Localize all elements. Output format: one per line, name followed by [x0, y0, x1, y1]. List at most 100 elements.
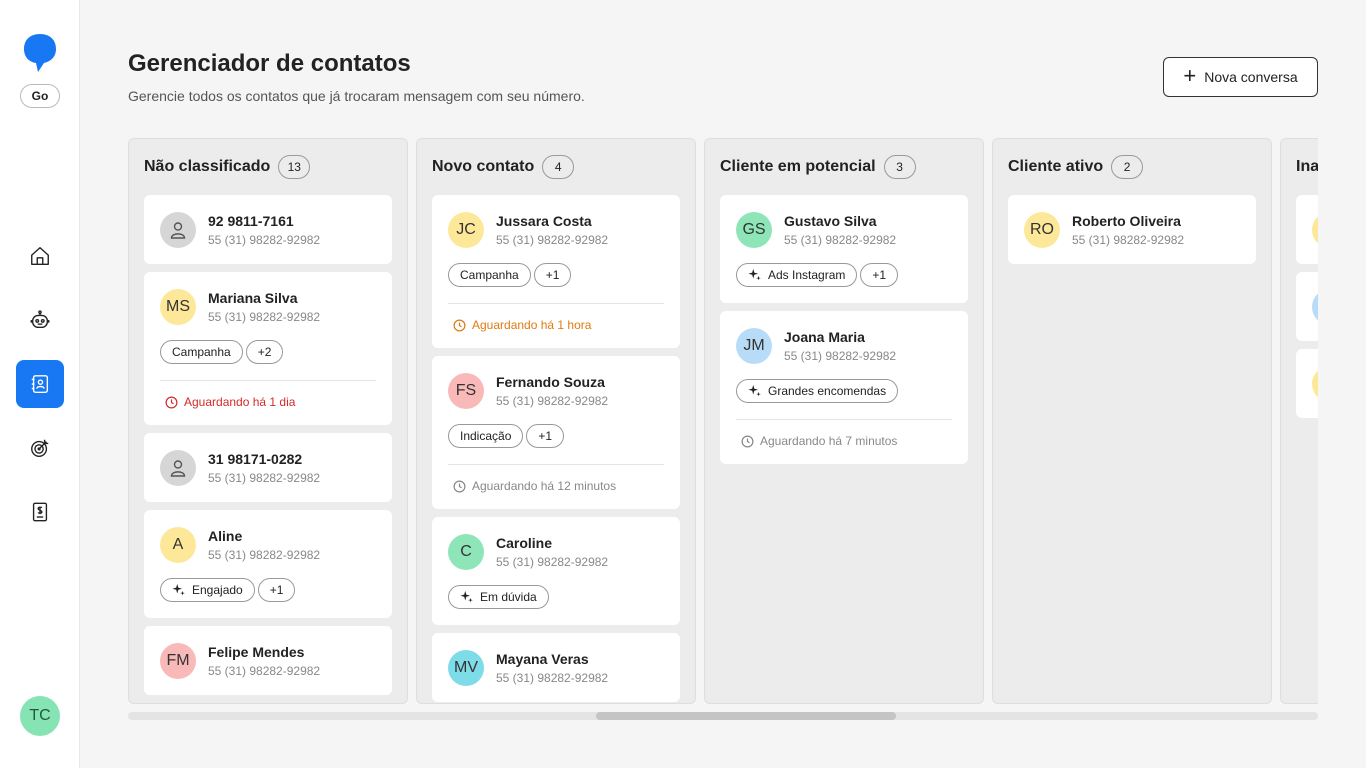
contact-phone: 55 (31) 98282-92982	[208, 548, 321, 562]
contact-name: Caroline	[496, 535, 553, 551]
contact-name: Gustavo Silva	[784, 213, 877, 229]
nav-contacts[interactable]	[16, 360, 64, 408]
column-title: Não classificado	[144, 158, 271, 175]
contact-card[interactable]: FS Fernando Souza 55 (31) 98282-92982 Indic…	[432, 356, 680, 509]
contact-name: 92 9811-7161	[208, 213, 294, 229]
contact-card[interactable]: 92 9811-7161 55 (31) 98282-92982	[144, 195, 392, 264]
contact-card[interactable]: JC Jussara Costa 55 (31) 98282-92982 Campan…	[432, 195, 680, 348]
contact-avatar	[160, 450, 196, 486]
tag-chip[interactable]: +1	[533, 263, 572, 287]
tag-list: Em dúvida	[448, 585, 664, 609]
user-avatar[interactable]: TC	[20, 696, 60, 736]
contact-name: 31 98171-0282	[208, 451, 303, 467]
contact-card[interactable]: 31 98171-0282 55 (31) 98282-92982	[144, 433, 392, 502]
tag-chip[interactable]: Ads Instagram	[736, 263, 858, 287]
plan-badge[interactable]: Go	[20, 84, 60, 108]
column-0: Não classificado 13 92 9811-7161 55 (31) 98…	[128, 138, 408, 704]
target-icon	[31, 439, 49, 457]
waiting-text: Aguardando há 1 dia	[184, 395, 296, 409]
contact-card[interactable]: C Caroline 55 (31) 98282-92982 Em dúvida	[432, 517, 680, 625]
column-title: Ina	[1296, 158, 1318, 175]
contact-avatar: JM	[736, 328, 772, 364]
column-1: Novo contato 4 JC Jussara Costa 55 (31) 9828…	[416, 138, 696, 704]
tag-label: Indicação	[460, 429, 512, 443]
clock-icon	[741, 435, 754, 447]
tag-chip[interactable]: +2	[245, 340, 284, 364]
tag-list: Campanha +2	[160, 340, 376, 364]
tag-list: Indicação +1	[448, 424, 664, 448]
waiting-status: Aguardando há 12 minutos	[448, 479, 664, 493]
contact-card[interactable]	[1296, 349, 1318, 418]
contact-avatar: GS	[736, 212, 772, 248]
contact-name: Mariana Silva	[208, 290, 298, 306]
card-divider	[448, 464, 664, 465]
scrollbar-thumb[interactable]	[596, 712, 896, 720]
tag-chip[interactable]: Grandes encomendas	[736, 379, 899, 403]
clock-icon	[165, 396, 178, 408]
tag-chip[interactable]: Engajado	[160, 578, 255, 602]
contact-name: Fernando Souza	[496, 374, 605, 390]
nav-home[interactable]	[16, 232, 64, 280]
sidebar: Go TC	[0, 0, 80, 768]
tag-list: Ads Instagram +1	[736, 263, 952, 287]
contact-phone: 55 (31) 98282-92982	[208, 310, 321, 324]
column-2: Cliente em potencial 3 GS Gustavo Silva 55 (…	[704, 138, 984, 704]
tag-label: Engajado	[192, 583, 243, 597]
nav-bots[interactable]	[16, 296, 64, 344]
nav-goals[interactable]	[16, 424, 64, 472]
logo-icon	[24, 34, 56, 72]
tag-chip[interactable]: +1	[257, 578, 296, 602]
person-icon	[170, 222, 186, 239]
contact-card[interactable]: MV Mayana Veras 55 (31) 98282-92982	[432, 633, 680, 702]
contact-name: Joana Maria	[784, 329, 865, 345]
clock-icon	[453, 480, 466, 492]
person-icon	[170, 460, 186, 477]
page-title: Gerenciador de contatos	[128, 50, 411, 77]
contact-card[interactable]	[1296, 195, 1318, 264]
column-title: Novo contato	[432, 158, 535, 175]
tag-chip[interactable]: +1	[526, 424, 565, 448]
nav-billing[interactable]	[16, 488, 64, 536]
column-count-badge: 2	[1111, 155, 1144, 179]
tag-label: Campanha	[172, 345, 231, 359]
horizontal-scrollbar[interactable]	[128, 712, 1318, 720]
contact-card[interactable]: JM Joana Maria 55 (31) 98282-92982 Grandes …	[720, 311, 968, 464]
column-header: Novo contato 4	[432, 139, 680, 195]
contact-avatar: MS	[160, 289, 196, 325]
contact-card[interactable]: GS Gustavo Silva 55 (31) 98282-92982 Ads In…	[720, 195, 968, 303]
sparkle-icon	[460, 590, 473, 603]
waiting-status: Aguardando há 1 dia	[160, 395, 376, 409]
contact-avatar	[1312, 212, 1318, 248]
contact-name: Roberto Oliveira	[1072, 213, 1181, 229]
tag-chip[interactable]: +1	[860, 263, 899, 287]
sparkle-icon	[172, 583, 185, 596]
tag-label: +1	[269, 583, 284, 597]
tag-chip[interactable]: Em dúvida	[448, 585, 549, 609]
robot-icon	[30, 310, 50, 329]
tag-label: +2	[257, 345, 272, 359]
new-conversation-button[interactable]: + Nova conversa	[1163, 57, 1318, 97]
contact-card[interactable]: FM Felipe Mendes 55 (31) 98282-92982	[144, 626, 392, 695]
sparkle-icon	[748, 384, 761, 397]
contact-avatar: MV	[448, 650, 484, 686]
contact-name: Aline	[208, 528, 243, 544]
contact-name: Mayana Veras	[496, 651, 589, 667]
tag-chip[interactable]: Indicação	[448, 424, 524, 448]
tag-chip[interactable]: Campanha	[160, 340, 243, 364]
contact-card[interactable]: RO Roberto Oliveira 55 (31) 98282-92982	[1008, 195, 1256, 264]
billing-icon	[32, 502, 48, 522]
waiting-text: Aguardando há 7 minutos	[760, 434, 898, 448]
contact-card[interactable]: A Aline 55 (31) 98282-92982 Engajado +1	[144, 510, 392, 618]
contact-card[interactable]: MS Mariana Silva 55 (31) 98282-92982 Campan…	[144, 272, 392, 425]
contact-phone: 55 (31) 98282-92982	[208, 471, 321, 485]
contact-phone: 55 (31) 98282-92982	[496, 394, 609, 408]
tag-list: Engajado +1	[160, 578, 376, 602]
tag-label: +1	[545, 268, 560, 282]
contact-card[interactable]	[1296, 272, 1318, 341]
tag-list: Grandes encomendas	[736, 379, 952, 403]
contact-phone: 55 (31) 98282-92982	[784, 233, 897, 247]
waiting-status: Aguardando há 7 minutos	[736, 434, 952, 448]
tag-chip[interactable]: Campanha	[448, 263, 531, 287]
contact-avatar: C	[448, 534, 484, 570]
column-4: Ina	[1280, 138, 1318, 704]
